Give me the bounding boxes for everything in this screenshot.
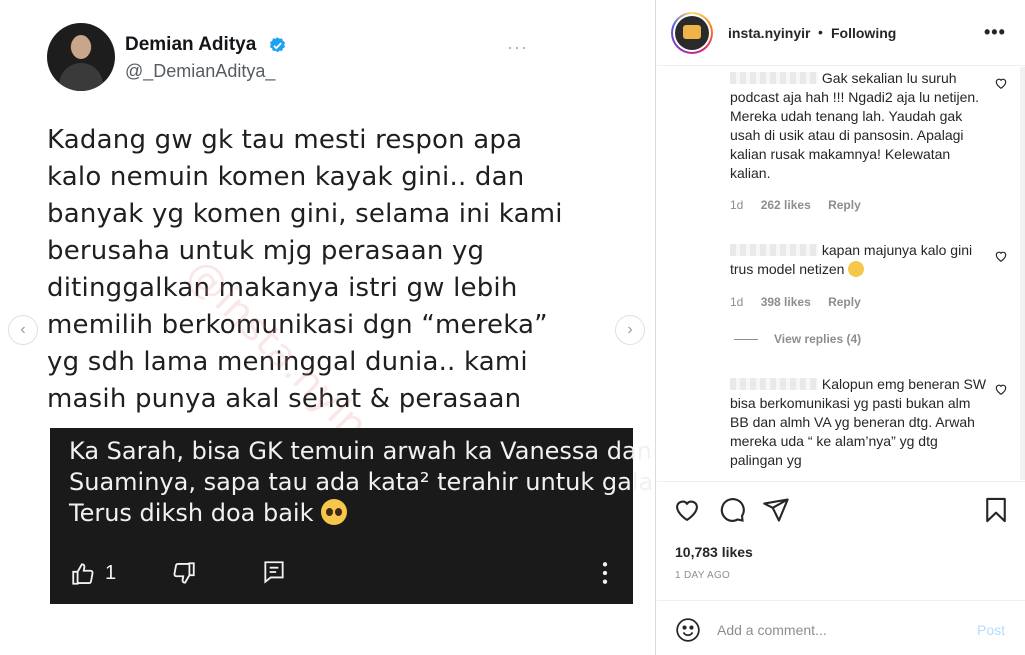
youtube-like-count: 1 <box>105 562 117 584</box>
reply-button[interactable]: Reply <box>828 198 861 212</box>
like-heart-icon[interactable] <box>673 496 701 524</box>
tweet-avatar <box>47 23 115 91</box>
reply-comment-icon <box>264 561 284 584</box>
tweet-line: masih punya akal sehat & perasaan <box>47 384 522 414</box>
tweet-author-name: Demian Aditya <box>125 34 257 55</box>
tweet-line: yg sdh lama meninggal dunia.. kami <box>47 347 528 377</box>
header-separator: • <box>818 24 823 40</box>
like-comment-heart-icon[interactable] <box>994 76 1008 90</box>
thumbs-down-icon <box>173 562 195 584</box>
tweet-handle: @_DemianAditya_ <box>125 61 276 81</box>
post-header: insta.nyinyir • Following ••• <box>657 0 1025 66</box>
comment-text: Gak sekalian lu suruh podcast aja hah !!… <box>730 70 980 181</box>
tweet-line: memilih berkomunikasi dgn “mereka” <box>47 310 548 340</box>
comment-likes[interactable]: 262 likes <box>761 198 811 212</box>
youtube-comment-text: Ka Sarah, bisa GK temuin arwah ka Vaness… <box>69 436 656 529</box>
comment-item: kapan majunya kalo gini trus model netiz… <box>730 241 992 279</box>
worried-face-emoji-icon <box>848 261 865 277</box>
comments-list[interactable]: Gak sekalian lu suruh podcast aja hah !!… <box>657 67 1025 480</box>
save-bookmark-icon[interactable] <box>982 496 1010 524</box>
youtube-comment-line: Terus diksh doa baik <box>69 499 314 527</box>
comments-scrollbar[interactable] <box>1020 67 1025 480</box>
more-options-icon[interactable]: ••• <box>984 22 1006 43</box>
previous-slide-button[interactable]: ‹ <box>8 315 38 345</box>
tweet-line: berusaha untuk mjg perasaan yg <box>47 236 485 266</box>
post-details-panel: insta.nyinyir • Following ••• Gak sekali… <box>657 0 1025 655</box>
vertical-more-icon <box>602 562 608 584</box>
post-image: Demian Aditya @_DemianAditya_ ··· Kadang… <box>0 0 656 655</box>
post-comment-button[interactable]: Post <box>977 622 1005 638</box>
comment-meta: 1d 262 likes Reply <box>730 198 875 212</box>
youtube-comment-line: Ka Sarah, bisa GK temuin arwah ka Vaness… <box>69 437 652 465</box>
add-comment-input[interactable] <box>717 619 957 641</box>
like-comment-heart-icon[interactable] <box>994 249 1008 263</box>
comment-age: 1d <box>730 198 744 212</box>
tweet-line: kalo nemuin komen kayak gini.. dan <box>47 162 525 192</box>
header-avatar[interactable] <box>671 12 713 54</box>
comment-item: Gak sekalian lu suruh podcast aja hah !!… <box>730 69 992 183</box>
tweet-line: banyak yg komen gini, selama ini kami <box>47 199 563 229</box>
comment-item: Kalopun emg beneran SW bisa berkomunikas… <box>730 375 992 470</box>
emoji-smile-icon[interactable] <box>675 617 701 643</box>
next-slide-button[interactable]: › <box>615 315 645 345</box>
redacted-username <box>730 244 818 256</box>
post-actions: 10,783 likes 1 DAY AGO <box>657 481 1025 593</box>
redacted-username <box>730 72 818 84</box>
like-comment-heart-icon[interactable] <box>994 382 1008 396</box>
redacted-username <box>730 378 818 390</box>
comment-bubble-icon[interactable] <box>718 496 746 524</box>
tweet-line: Kadang gw gk tau mesti respon apa <box>47 125 523 155</box>
comment-meta: 1d 398 likes Reply <box>730 295 875 309</box>
header-username[interactable]: insta.nyinyir <box>728 25 810 41</box>
thumbs-up-icon <box>72 563 94 585</box>
comment-likes[interactable]: 398 likes <box>761 295 811 309</box>
view-replies-button[interactable]: View replies (4) <box>734 332 861 346</box>
likes-count[interactable]: 10,783 likes <box>675 544 753 560</box>
post-timestamp: 1 DAY AGO <box>675 570 731 581</box>
youtube-comment-screenshot: Ka Sarah, bisa GK temuin arwah ka Vaness… <box>50 428 656 604</box>
following-button[interactable]: Following <box>831 25 896 41</box>
pleading-face-emoji-icon <box>321 499 348 525</box>
verified-badge-icon <box>269 37 286 53</box>
tweet-text: Kadang gw gk tau mesti respon apa kalo n… <box>47 122 627 418</box>
youtube-comment-line: Suaminya, sapa tau ada kata² terahir unt… <box>69 468 656 496</box>
comment-age: 1d <box>730 295 744 309</box>
reply-button[interactable]: Reply <box>828 295 861 309</box>
tweet-more-icon: ··· <box>507 37 528 57</box>
tweet-line: ditinggalkan makanya istri gw lebih <box>47 273 518 303</box>
share-send-icon[interactable] <box>762 496 790 524</box>
add-comment-bar: Post <box>657 600 1025 655</box>
